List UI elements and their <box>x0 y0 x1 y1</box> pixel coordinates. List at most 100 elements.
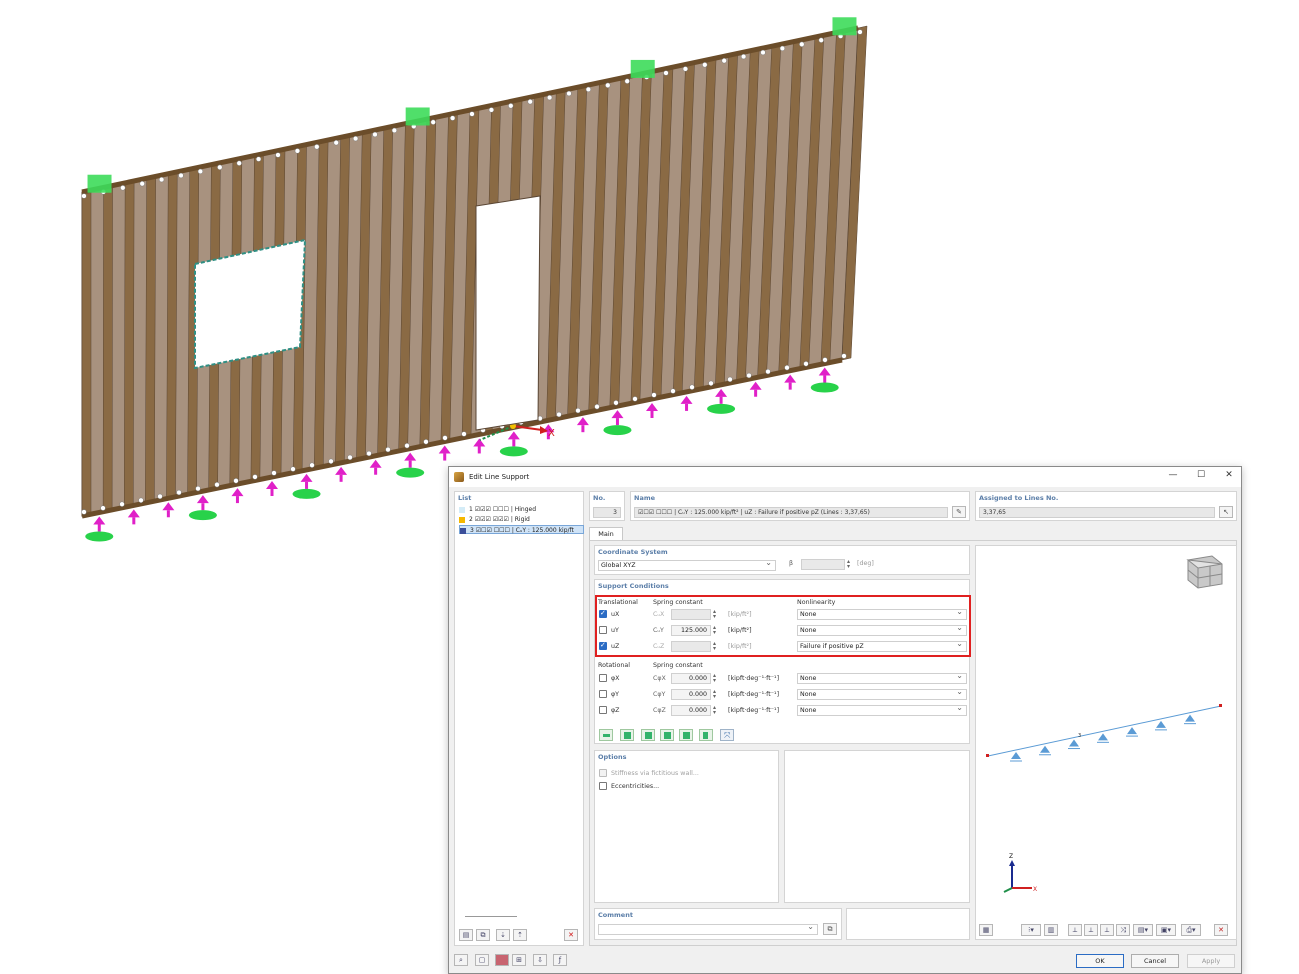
phiz-checkbox[interactable] <box>599 706 607 714</box>
comment-input[interactable] <box>598 922 818 935</box>
minimize-button[interactable]: — <box>1167 470 1179 480</box>
color-icon[interactable] <box>495 954 509 966</box>
model-viewport[interactable]: Z X Edit Line Support — ☐ ✕ List 1 ☑☑☑ ☐… <box>0 0 1299 974</box>
beta-spinner[interactable]: ▴ ▾ <box>847 559 850 570</box>
ok-button[interactable]: OK <box>1076 954 1124 968</box>
cphiz-spinner[interactable]: ▴ ▾ <box>713 705 716 716</box>
preset-free-button[interactable] <box>599 729 613 741</box>
no-field[interactable]: 3 <box>593 507 621 518</box>
print-icon[interactable]: ⎙▾ <box>1181 924 1201 936</box>
phiz-nonlinearity-select[interactable]: None <box>797 703 967 716</box>
cphiy-input[interactable]: 0.000 <box>671 689 711 700</box>
view-y-icon[interactable]: ⟂ <box>1084 924 1098 936</box>
library-icon[interactable]: ⇩ <box>533 954 547 966</box>
line-support-symbol <box>127 509 140 525</box>
node-marker <box>81 509 87 515</box>
view-x-icon[interactable]: ⟂ <box>1068 924 1082 936</box>
node-marker <box>236 160 242 166</box>
node-marker <box>100 505 106 511</box>
node-marker <box>682 66 689 72</box>
render-mode-icon[interactable]: ▤▾ <box>1133 924 1153 936</box>
preview-info-icon[interactable]: ▦ <box>979 924 993 936</box>
sort-up-icon[interactable]: ⇡ <box>513 929 527 941</box>
cphiz-input[interactable]: 0.000 <box>671 705 711 716</box>
units-icon[interactable]: ▢ <box>475 954 489 966</box>
maximize-button[interactable]: ☐ <box>1195 470 1207 480</box>
eccentricities-checkbox[interactable] <box>599 782 607 790</box>
node-marker <box>556 411 562 418</box>
select-lines-icon[interactable]: ↖ <box>1219 506 1233 518</box>
preview-axis-icon: Z X <box>1003 853 1037 893</box>
node-marker <box>290 466 296 472</box>
wall-stud <box>166 171 178 499</box>
node-marker <box>275 152 281 158</box>
reset-view-icon[interactable]: ✕ <box>1214 924 1228 936</box>
close-button[interactable]: ✕ <box>1223 470 1235 480</box>
tab-main[interactable]: Main <box>589 527 623 540</box>
sort-down-icon[interactable]: ⇣ <box>496 929 510 941</box>
edit-name-icon[interactable]: ✎ <box>952 506 966 518</box>
assigned-lines-field[interactable]: 3,37,65 <box>979 507 1215 518</box>
node-marker <box>594 404 600 410</box>
node-marker <box>139 181 145 187</box>
preview-support-symbol <box>1155 720 1167 731</box>
node-marker <box>624 78 630 84</box>
node-marker <box>575 407 581 414</box>
assigned-panel: Assigned to Lines No. 3,37,65 ↖ <box>975 491 1237 521</box>
list-item-selected[interactable]: 3 ☑☐☑ ☐☐☐ | CᵤY : 125.000 kip/ft <box>459 525 584 534</box>
coordinate-system-select[interactable]: Global XYZ <box>598 558 776 571</box>
name-label: Name <box>634 494 656 502</box>
node-marker <box>255 156 262 162</box>
copy-item-icon[interactable]: ⧉ <box>476 929 490 941</box>
options-detail-panel <box>784 750 970 903</box>
beta-input[interactable] <box>801 559 845 570</box>
view-z-icon[interactable]: ⟂ <box>1100 924 1114 936</box>
preview-panel[interactable]: 3 Z X ▦ ⁝▾ ▥ ⟂ ⟂ ⟂ ⤨ ▤▾ ▣▾ ⎙▾ ✕ <box>975 545 1237 940</box>
preset-hinged2-button[interactable] <box>641 729 655 741</box>
line-support-symbol <box>85 516 114 542</box>
cancel-button[interactable]: Cancel <box>1131 954 1179 968</box>
comment-library-icon[interactable]: ⧉ <box>823 923 837 935</box>
cphix-input[interactable]: 0.000 <box>671 673 711 684</box>
function-icon[interactable]: ƒ <box>553 954 567 966</box>
preview-axis-z: Z <box>1009 853 1013 860</box>
phiy-checkbox[interactable] <box>599 690 607 698</box>
node-marker <box>158 176 165 183</box>
cphiy-symbol: CφY <box>653 691 666 698</box>
preview-supports <box>1010 714 1196 762</box>
structure-icon[interactable]: ⊞ <box>512 954 526 966</box>
view-iso-icon[interactable]: ⤨ <box>1116 924 1130 936</box>
cphix-spinner[interactable]: ▴ ▾ <box>713 673 716 684</box>
axis-x-label: X <box>548 428 555 439</box>
preview-support-symbol <box>1184 714 1196 725</box>
cphiy-spinner[interactable]: ▴ ▾ <box>713 689 716 700</box>
delete-icon[interactable]: ✕ <box>564 929 578 941</box>
phix-checkbox[interactable] <box>599 674 607 682</box>
preset-custom-button[interactable]: ⤧ <box>720 729 734 741</box>
search-icon[interactable]: ⌕ <box>454 954 468 966</box>
top-support-symbol <box>832 17 857 36</box>
list-scroll-indicator[interactable] <box>465 916 517 917</box>
line-support-symbol <box>749 381 762 397</box>
list-item[interactable]: 1 ☑☑☑ ☐☐☐ | Hinged <box>459 505 536 514</box>
highlight-box <box>595 595 971 657</box>
preset-hinged-button[interactable] <box>620 729 634 741</box>
list-item[interactable]: 2 ☑☑☑ ☑☑☑ | Rigid <box>459 515 530 524</box>
visibility-icon[interactable]: ▣▾ <box>1156 924 1176 936</box>
node-marker <box>252 474 258 480</box>
cphix-unit: [kipft·deg⁻¹·ft⁻¹] <box>728 675 780 682</box>
no-panel: No. 3 <box>589 491 625 521</box>
preset-fixed-button[interactable] <box>699 729 713 741</box>
preview-display-icon[interactable]: ▥ <box>1044 924 1058 936</box>
preset-rigid-button[interactable] <box>679 729 693 741</box>
node-marker <box>294 148 301 154</box>
node-marker <box>566 90 572 97</box>
preview-values-icon[interactable]: ⁝▾ <box>1021 924 1041 936</box>
apply-button[interactable]: Apply <box>1187 954 1235 968</box>
phiy-nonlinearity-select[interactable]: None <box>797 687 967 700</box>
stiffness-checkbox[interactable] <box>599 769 607 777</box>
name-field[interactable]: ☑☐☑ ☐☐☐ | CᵤY : 125.000 kip/ft² | uZ : F… <box>634 507 948 518</box>
preset-sliding-button[interactable] <box>660 729 674 741</box>
new-item-icon[interactable]: ▤ <box>459 929 473 941</box>
phix-nonlinearity-select[interactable]: None <box>797 671 967 684</box>
